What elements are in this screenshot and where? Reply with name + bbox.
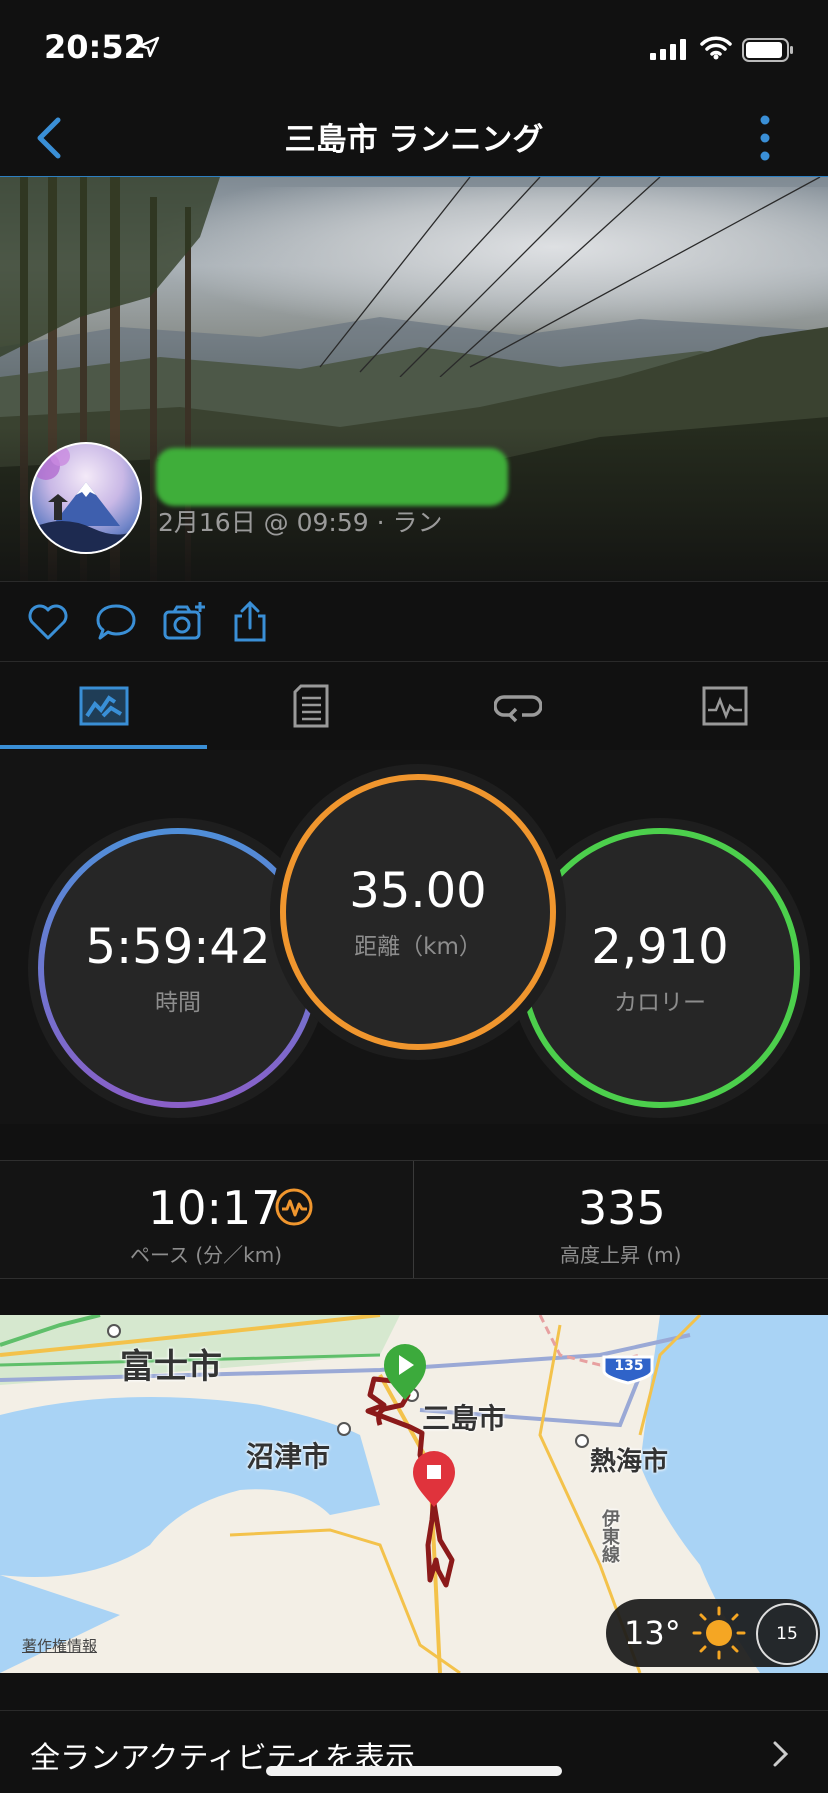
wifi-icon bbox=[700, 36, 732, 60]
more-options-button[interactable] bbox=[745, 106, 785, 170]
tab-details[interactable] bbox=[207, 662, 414, 750]
share-button[interactable] bbox=[228, 600, 272, 644]
distance-ring[interactable]: 35.00 距離（km） bbox=[280, 774, 556, 1050]
avatar[interactable] bbox=[30, 442, 142, 554]
like-button[interactable] bbox=[26, 600, 70, 644]
comment-button[interactable] bbox=[94, 600, 138, 644]
tab-bar bbox=[0, 661, 828, 751]
stats-row: 10:17 ペース (分／km) 335 高度上昇 (m) bbox=[0, 1160, 828, 1279]
navigation-bar: 三島市 ランニング bbox=[0, 100, 828, 178]
tab-laps[interactable] bbox=[414, 662, 621, 750]
page-title: 三島市 ランニング bbox=[284, 122, 544, 158]
tab-summary[interactable] bbox=[0, 662, 207, 750]
status-time: 20:52 bbox=[44, 28, 146, 66]
activity-date-type: 2月16日 @ 09:59 · ラン bbox=[158, 508, 443, 537]
distance-value: 35.00 bbox=[349, 863, 487, 919]
map-label-mishima: 三島市 bbox=[422, 1402, 507, 1435]
map-label-numazu: 沼津市 bbox=[246, 1440, 331, 1473]
back-button[interactable] bbox=[18, 108, 78, 168]
pace-label: ペース (分／km) bbox=[130, 1243, 283, 1267]
location-arrow-icon bbox=[138, 36, 160, 58]
waveform-chart-icon bbox=[702, 686, 747, 726]
temperature: 13° bbox=[624, 1614, 681, 1652]
tab-charts[interactable] bbox=[621, 662, 828, 750]
cellular-signal-icon bbox=[650, 39, 686, 60]
elevation-value: 335 bbox=[578, 1181, 666, 1235]
sun-icon bbox=[692, 1606, 746, 1660]
document-list-icon bbox=[293, 684, 328, 728]
summary-rings: 5:59:42 時間 2,910 カロリー 35.00 距離（km） bbox=[0, 750, 828, 1124]
wind-speed-dial: 15 bbox=[756, 1603, 818, 1665]
pace-chart-icon[interactable] bbox=[274, 1187, 314, 1227]
selected-tab-indicator bbox=[0, 745, 207, 749]
map-label-itou-line: 伊東線 bbox=[599, 1509, 620, 1563]
pace-value: 10:17 bbox=[148, 1181, 281, 1235]
map-copyright-link[interactable]: 著作権情報 bbox=[22, 1635, 97, 1656]
chevron-right-icon bbox=[773, 1741, 789, 1767]
action-row bbox=[0, 581, 828, 662]
weather-widget[interactable]: 13° 15 bbox=[606, 1599, 820, 1667]
add-photo-button[interactable] bbox=[162, 600, 206, 644]
time-value: 5:59:42 bbox=[85, 919, 271, 975]
wind-speed: 15 bbox=[776, 1624, 798, 1644]
route-map[interactable]: 富士市 三島市 沼津市 熱海市 伊東線 135 著作権情報 13° 15 bbox=[0, 1315, 828, 1673]
route-135-badge: 135 bbox=[614, 1358, 644, 1374]
elevation-label: 高度上昇 (m) bbox=[560, 1243, 682, 1267]
battery-icon bbox=[742, 38, 793, 62]
user-name-redacted bbox=[156, 448, 508, 506]
status-bar: 20:52 bbox=[0, 0, 828, 100]
map-label-fuji: 富士市 bbox=[120, 1347, 222, 1387]
loop-arrow-icon bbox=[493, 695, 542, 723]
calories-ring[interactable]: 2,910 カロリー bbox=[520, 828, 800, 1108]
calories-label: カロリー bbox=[614, 990, 706, 1016]
distance-label: 距離（km） bbox=[354, 934, 482, 960]
time-label: 時間 bbox=[155, 990, 201, 1016]
time-ring[interactable]: 5:59:42 時間 bbox=[38, 828, 318, 1108]
summary-chart-icon bbox=[79, 686, 128, 726]
stats-divider bbox=[413, 1161, 414, 1278]
calories-value: 2,910 bbox=[591, 919, 729, 975]
map-label-atami: 熱海市 bbox=[590, 1447, 669, 1477]
all-run-activities-link[interactable]: 全ランアクティビティを表示 bbox=[0, 1710, 828, 1793]
home-indicator bbox=[266, 1766, 562, 1776]
mount-fuji-avatar-image bbox=[32, 446, 140, 552]
